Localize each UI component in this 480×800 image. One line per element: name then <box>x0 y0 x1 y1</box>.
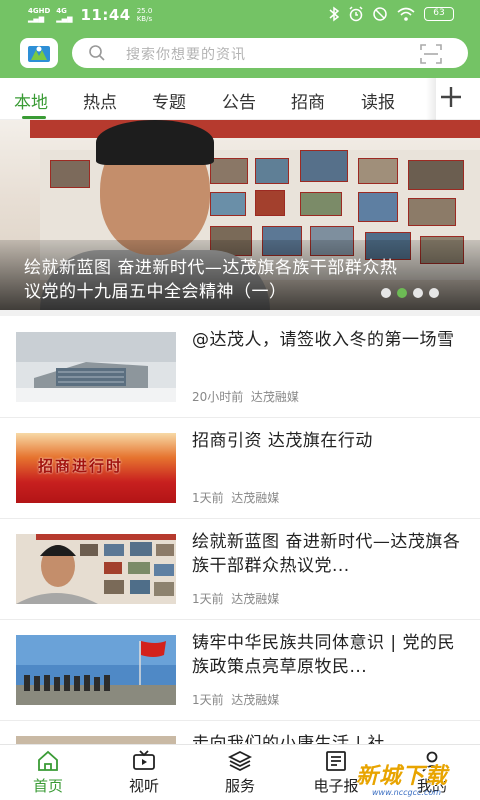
tab-newspaper[interactable]: 读报 <box>361 88 395 113</box>
news-time: 1天前 <box>192 693 224 707</box>
exhibit-photo <box>300 150 348 182</box>
signal-bars-icon: ▂▄▆ <box>28 15 45 23</box>
exhibit-photo <box>300 192 342 216</box>
exhibit-photo <box>210 158 248 184</box>
news-title[interactable]: 铸牢中华民族共同体意识 | 党的民族政策点亮草原牧民... <box>192 631 464 679</box>
nav-label: 首页 <box>32 777 63 795</box>
banner-carousel[interactable]: 绘就新蓝图 奋进新时代—达茂旗各族干部群众热议党的十九届五中全会精神（一） <box>0 120 480 310</box>
category-tabs: 本地 热点 专题 公告 招商 读报 <box>0 78 480 120</box>
news-meta: 1天前 达茂融媒 <box>192 489 279 506</box>
nav-label: 服务 <box>224 777 255 795</box>
carousel-dot[interactable] <box>413 288 423 298</box>
network-label-1: 4GHD <box>28 7 51 15</box>
scan-icon[interactable] <box>420 44 442 64</box>
news-source: 达茂融媒 <box>231 491 280 505</box>
search-input[interactable]: 搜索你想要的资讯 <box>126 44 246 64</box>
logo-icon <box>28 46 50 62</box>
list-item[interactable]: @达茂人，请签收入冬的第一场雪 20小时前 达茂融媒 <box>0 316 480 418</box>
investment-banner-thumbnail: 招商进行时 <box>38 457 124 475</box>
speed-value: 25.0 <box>136 7 153 15</box>
carousel-dot[interactable] <box>381 288 391 298</box>
news-thumbnail <box>16 635 176 705</box>
news-title[interactable]: 绘就新蓝图 奋进新时代—达茂旗各族干部群众热议党... <box>192 530 464 578</box>
mute-icon <box>373 7 387 21</box>
watermark-url: www.nccgcc.com <box>372 788 442 797</box>
carousel-dot-active[interactable] <box>397 288 407 298</box>
wifi-icon <box>397 7 415 21</box>
list-item[interactable]: 招商进行时 招商引资 达茂旗在行动 1天前 达茂融媒 <box>0 417 480 519</box>
tv-icon <box>133 750 155 770</box>
watermark-text: 新城下载 <box>356 764 449 789</box>
news-source: 达茂融媒 <box>250 390 299 404</box>
network-indicator-2: 4G ▂▄▆ <box>56 7 72 23</box>
news-thumbnail: 招商进行时 <box>16 433 176 503</box>
exhibit-photo <box>255 158 289 184</box>
nav-media[interactable]: 视听 <box>96 749 192 796</box>
exhibit-photo <box>408 160 464 190</box>
news-meta: 1天前 达茂融媒 <box>192 590 279 607</box>
tab-local[interactable]: 本地 <box>14 88 48 113</box>
news-source: 达茂融媒 <box>231 592 280 606</box>
news-thumbnail <box>16 534 176 604</box>
carousel-dots <box>381 288 439 298</box>
tab-fade <box>426 78 436 120</box>
news-thumbnail <box>16 332 176 402</box>
news-time: 1天前 <box>192 491 224 505</box>
speed-unit: KB/s <box>136 15 153 23</box>
exhibit-photo <box>358 158 398 184</box>
carousel-dot[interactable] <box>429 288 439 298</box>
home-icon <box>38 750 58 771</box>
news-title[interactable]: @达茂人，请签收入冬的第一场雪 <box>192 328 464 352</box>
alarm-icon <box>349 6 363 22</box>
nav-home[interactable]: 首页 <box>0 749 96 796</box>
app-logo[interactable] <box>20 38 58 68</box>
signal-bars-icon-2: ▂▄▆ <box>56 15 73 23</box>
news-meta: 20小时前 达茂融媒 <box>192 388 299 405</box>
battery-indicator: 63 <box>424 7 454 21</box>
exhibit-photo <box>358 192 398 222</box>
tab-topics[interactable]: 专题 <box>152 88 186 113</box>
newspaper-icon <box>326 751 346 771</box>
exhibit-photo <box>255 190 285 216</box>
layers-icon <box>228 750 252 772</box>
nav-services[interactable]: 服务 <box>192 749 288 796</box>
list-item[interactable]: 铸牢中华民族共同体意识 | 党的民族政策点亮草原牧民... 1天前 达茂融媒 <box>0 619 480 721</box>
bluetooth-icon <box>329 6 340 22</box>
network-label-2: 4G <box>56 7 67 15</box>
active-tab-indicator <box>22 116 46 119</box>
nav-label: 视听 <box>128 777 159 795</box>
status-bar: 4GHD ▂▄▆ 4G ▂▄▆ 11:44 25.0 KB/s 63 <box>0 0 480 30</box>
search-bar[interactable]: 搜索你想要的资讯 <box>72 38 468 68</box>
exhibit-photo <box>50 160 90 188</box>
app-header: 4GHD ▂▄▆ 4G ▂▄▆ 11:44 25.0 KB/s 63 搜索你想要… <box>0 0 480 78</box>
tab-notices[interactable]: 公告 <box>222 88 256 113</box>
search-icon <box>89 45 105 61</box>
clock: 11:44 <box>80 6 131 24</box>
interview-thumbnail <box>16 534 176 604</box>
snowy-building-thumbnail <box>16 332 176 402</box>
flag-ceremony-thumbnail <box>16 635 176 705</box>
tab-hot[interactable]: 热点 <box>83 88 117 113</box>
news-meta: 1天前 达茂融媒 <box>192 691 279 708</box>
news-title[interactable]: 招商引资 达茂旗在行动 <box>192 429 464 453</box>
news-time: 1天前 <box>192 592 224 606</box>
news-source: 达茂融媒 <box>231 693 280 707</box>
news-time: 20小时前 <box>192 390 244 404</box>
network-indicator: 4GHD ▂▄▆ <box>28 7 50 23</box>
exhibit-photo <box>408 198 456 226</box>
tab-investment[interactable]: 招商 <box>291 88 325 113</box>
exhibit-photo <box>210 192 246 216</box>
list-item[interactable]: 绘就新蓝图 奋进新时代—达茂旗各族干部群众热议党... 1天前 达茂融媒 <box>0 518 480 620</box>
toolbar: 搜索你想要的资讯 <box>0 30 480 78</box>
banner-caption[interactable]: 绘就新蓝图 奋进新时代—达茂旗各族干部群众热议党的十九届五中全会精神（一） <box>24 256 414 304</box>
watermark: 新城下载 www.nccgcc.com <box>356 758 480 800</box>
add-tab-icon[interactable] <box>438 84 464 110</box>
network-speed: 25.0 KB/s <box>137 7 153 23</box>
banner-person-hair <box>96 120 214 165</box>
